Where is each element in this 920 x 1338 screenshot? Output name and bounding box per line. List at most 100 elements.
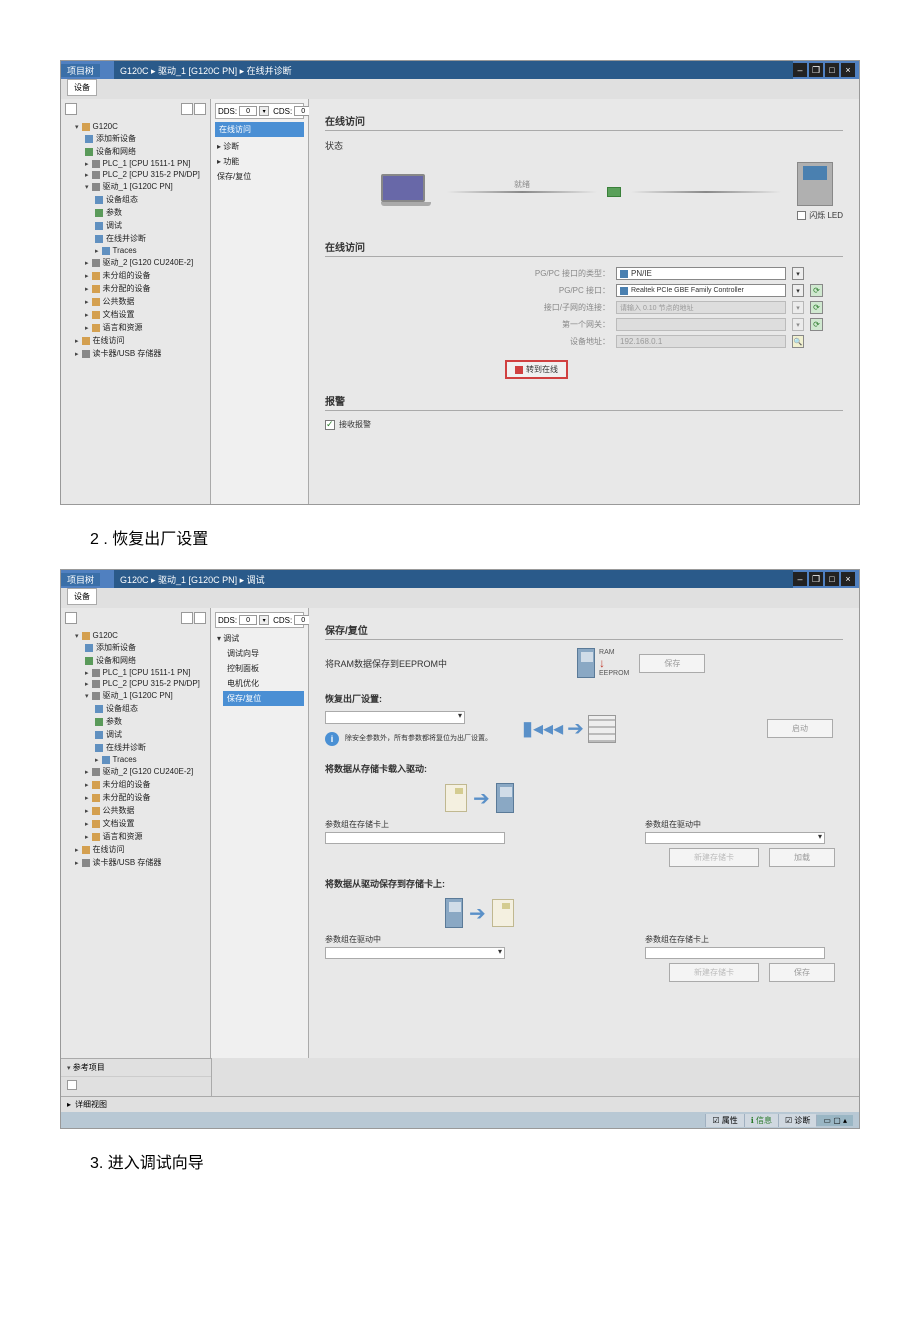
refresh-icon[interactable]: ⟳: [810, 284, 823, 297]
tab-properties[interactable]: ☑ 属性: [705, 1114, 743, 1127]
close-button[interactable]: ×: [841, 63, 855, 77]
alarm-checkbox[interactable]: [325, 420, 335, 430]
tree-online[interactable]: ▸在线访问: [65, 334, 206, 347]
tree-traces[interactable]: ▸Traces: [65, 245, 206, 256]
tree-param[interactable]: 参数: [65, 715, 206, 728]
tree-drive2[interactable]: ▸驱动_2 [G120 CU240E-2]: [65, 765, 206, 778]
tree-cardreader[interactable]: ▸读卡器/USB 存储器: [65, 347, 206, 360]
tree-lang[interactable]: ▸语言和资源: [65, 321, 206, 334]
nav-wizard[interactable]: 调试向导: [215, 646, 304, 661]
tree-drive1[interactable]: ▾驱动_1 [G120C PN]: [65, 689, 206, 702]
led-flash-option[interactable]: 闪烁 LED: [797, 210, 843, 221]
tree-network[interactable]: 设备和网络: [65, 145, 206, 158]
close-button[interactable]: ×: [841, 572, 855, 586]
nav-save-reset[interactable]: 保存/复位: [223, 691, 304, 706]
tree-config[interactable]: 设备组态: [65, 193, 206, 206]
reference-project-panel[interactable]: ▾ 参考项目: [61, 1058, 211, 1076]
nav-motor-opt[interactable]: 电机优化: [215, 676, 304, 691]
tree-lang[interactable]: ▸语言和资源: [65, 830, 206, 843]
maximize-button[interactable]: □: [825, 63, 839, 77]
tree-drive2[interactable]: ▸驱动_2 [G120 CU240E-2]: [65, 256, 206, 269]
tree-commission[interactable]: 调试: [65, 219, 206, 232]
tab-collapse[interactable]: ▭ ▢ ▴: [816, 1115, 853, 1126]
minimize-button[interactable]: –: [793, 572, 807, 586]
card-param-field-2[interactable]: [645, 947, 825, 959]
tree-common[interactable]: ▸公共数据: [65, 804, 206, 817]
nav-control-panel[interactable]: 控制面板: [215, 661, 304, 676]
tree-plc2[interactable]: ▸PLC_2 [CPU 315-2 PN/DP]: [65, 169, 206, 180]
tree-unassigned[interactable]: ▸未分配的设备: [65, 791, 206, 804]
tree-diag[interactable]: 在线并诊断: [65, 741, 206, 754]
go-online-button[interactable]: 转到在线: [505, 360, 568, 379]
tree-common[interactable]: ▸公共数据: [65, 295, 206, 308]
tree-config[interactable]: 设备组态: [65, 702, 206, 715]
dropdown-arrow-icon[interactable]: ▾: [792, 267, 804, 280]
nav-commission-header[interactable]: ▾ 调试: [215, 631, 304, 646]
create-card-button-2[interactable]: 新建存储卡: [669, 963, 759, 982]
tree-root[interactable]: ▾G120C: [65, 121, 206, 132]
tree-tool-1[interactable]: [181, 612, 193, 624]
tree-diag[interactable]: 在线并诊断: [65, 232, 206, 245]
dds-dropdown-icon[interactable]: ▾: [259, 106, 269, 116]
nav-function[interactable]: ▸ 功能: [215, 154, 304, 169]
tree-ungrouped[interactable]: ▸未分组的设备: [65, 778, 206, 791]
tree-add-device[interactable]: 添加新设备: [65, 641, 206, 654]
device-tab[interactable]: 设备: [67, 588, 97, 605]
card-param-field[interactable]: [325, 832, 505, 844]
tree-add-device[interactable]: 添加新设备: [65, 132, 206, 145]
save-button[interactable]: 保存: [639, 654, 705, 673]
device-tab[interactable]: 设备: [67, 79, 97, 96]
dds-input[interactable]: 0: [239, 615, 257, 625]
tree-unassigned[interactable]: ▸未分配的设备: [65, 282, 206, 295]
tab-info[interactable]: ℹ 信息: [744, 1114, 778, 1127]
reset-button[interactable]: 启动: [767, 719, 833, 738]
dds-input[interactable]: 0: [239, 106, 257, 116]
tree-plc1[interactable]: ▸PLC_1 [CPU 1511-1 PN]: [65, 158, 206, 169]
tree-network[interactable]: 设备和网络: [65, 654, 206, 667]
reset-type-select[interactable]: [325, 711, 465, 724]
refresh-icon[interactable]: ⟳: [810, 301, 823, 314]
refresh-icon[interactable]: ⟳: [810, 318, 823, 331]
ref-toggle-icon[interactable]: [67, 1080, 77, 1090]
search-icon[interactable]: 🔍: [792, 335, 804, 348]
tree-plc2[interactable]: ▸PLC_2 [CPU 315-2 PN/DP]: [65, 678, 206, 689]
tree-tool-2[interactable]: [194, 612, 206, 624]
tree-commission[interactable]: 调试: [65, 728, 206, 741]
led-checkbox[interactable]: [797, 211, 806, 220]
load-button[interactable]: 加载: [769, 848, 835, 867]
tree-doc[interactable]: ▸文档设置: [65, 308, 206, 321]
tree-cardreader[interactable]: ▸读卡器/USB 存储器: [65, 856, 206, 869]
address-input[interactable]: 192.168.0.1: [616, 335, 786, 348]
drive-param-select-2[interactable]: [325, 947, 505, 959]
tab-diag[interactable]: ☑ 诊断: [778, 1114, 816, 1127]
tree-online[interactable]: ▸在线访问: [65, 843, 206, 856]
receive-alarm-option[interactable]: 接收报警: [325, 419, 843, 430]
tree-plc1[interactable]: ▸PLC_1 [CPU 1511-1 PN]: [65, 667, 206, 678]
minimize-button[interactable]: –: [793, 63, 807, 77]
folder-icon: [92, 298, 100, 306]
restore-button[interactable]: ❐: [809, 572, 823, 586]
dropdown-arrow-icon[interactable]: ▾: [792, 284, 804, 297]
tree-tool-2[interactable]: [194, 103, 206, 115]
nav-diagnosis[interactable]: ▸ 诊断: [215, 139, 304, 154]
tree-toggle-icon[interactable]: [65, 612, 77, 624]
tree-ungrouped[interactable]: ▸未分组的设备: [65, 269, 206, 282]
tree-tool-1[interactable]: [181, 103, 193, 115]
tree-traces[interactable]: ▸Traces: [65, 754, 206, 765]
tree-param[interactable]: 参数: [65, 206, 206, 219]
tree-toggle-icon[interactable]: [65, 103, 77, 115]
pgpc-iface-select[interactable]: Realtek PCIe GBE Family Controller: [616, 284, 786, 297]
save-button-2[interactable]: 保存: [769, 963, 835, 982]
maximize-button[interactable]: □: [825, 572, 839, 586]
tree-drive1[interactable]: ▾驱动_1 [G120C PN]: [65, 180, 206, 193]
pgpc-type-select[interactable]: PN/IE: [616, 267, 786, 280]
nav-save-reset[interactable]: 保存/复位: [215, 169, 304, 184]
restore-button[interactable]: ❐: [809, 63, 823, 77]
tree-root[interactable]: ▾G120C: [65, 630, 206, 641]
create-card-button[interactable]: 新建存储卡: [669, 848, 759, 867]
detail-view-panel[interactable]: ▸详细视图: [61, 1096, 859, 1112]
drive-param-select[interactable]: [645, 832, 825, 844]
tree-doc[interactable]: ▸文档设置: [65, 817, 206, 830]
nav-online-access[interactable]: 在线访问: [215, 122, 304, 137]
dds-dropdown-icon[interactable]: ▾: [259, 615, 269, 625]
